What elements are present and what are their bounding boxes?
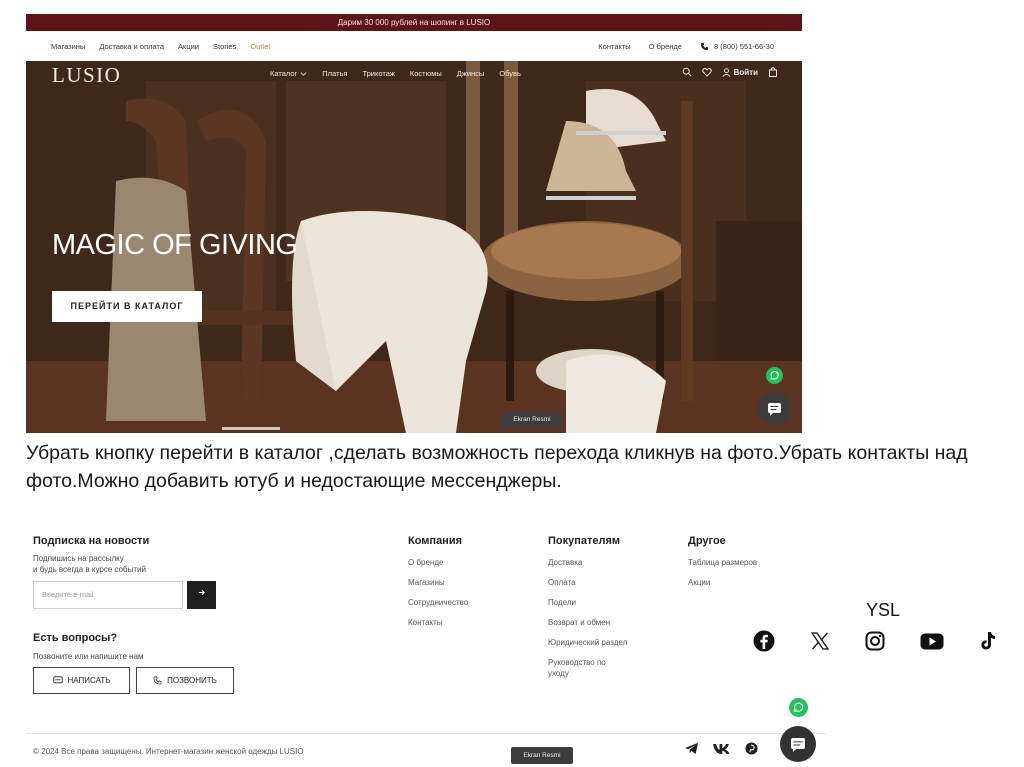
menu-catalog-label: Каталог [270,69,298,78]
youtube-icon[interactable] [920,633,944,650]
footer-link-delivery[interactable]: Доставка [548,557,628,568]
phone-link[interactable]: 8 (800) 551-66-30 [700,42,774,51]
util-link-contacts[interactable]: Контакты [598,42,630,51]
catalog-menu: Каталог Платья Трикотаж Костюмы Джинсы О… [270,69,521,78]
subscribe-description-line-2: и будь всегда в курсе событий [33,565,146,574]
suggested-social-icons [753,630,997,652]
util-link-stores[interactable]: Магазины [51,42,85,51]
copyright-text: © 2024 Все права защищены. Интернет-мага… [33,747,304,756]
header-icons: Войти [682,67,778,77]
util-link-about[interactable]: О бренде [649,42,682,51]
footer-heading-company: Компания [408,535,463,547]
x-icon[interactable] [810,631,830,651]
subscribe-description-line-1: Подпишись на рассылку [33,554,124,563]
menu-knitwear[interactable]: Трикотаж [362,69,394,78]
footer-link-podeli[interactable]: Подели [548,597,628,608]
main-navigation: LUSIO Каталог Платья Трикотаж Костюмы Дж… [26,61,802,91]
telegram-icon[interactable] [684,742,699,755]
footer-link-returns[interactable]: Возврат и обмен [548,617,628,628]
login-label: Войти [733,67,758,77]
facebook-icon[interactable] [753,630,775,652]
shopping-bag-icon[interactable] [768,67,778,77]
footer-link-stores[interactable]: Магазины [408,577,468,588]
email-input[interactable]: Введите e-mail [33,581,183,609]
review-annotation: Убрать кнопку перейти в каталог ,сделать… [26,442,968,492]
chat-icon [791,738,805,752]
call-button[interactable]: ПОЗВОНИТЬ [136,667,234,694]
ekran-resmi-badge: Ekran Resmi [511,747,573,764]
website-footer-screenshot: Подписка на новости Подпишись на рассылк… [26,520,826,767]
footer-link-legal[interactable]: Юридический раздел [548,637,628,648]
subscribe-submit-button[interactable] [187,581,216,609]
util-link-sales[interactable]: Акции [178,42,199,51]
write-button-label: НАПИСАТЬ [67,676,111,685]
chevron-down-icon [300,72,307,76]
lusio-logo[interactable]: LUSIO [52,63,121,88]
questions-description: Позвоните или напишите нам [33,652,144,661]
hero-title: MAGIC OF GIVING [52,229,298,261]
footer-link-payment[interactable]: Оплата [548,577,628,588]
subscribe-title: Подписка на новости [33,535,150,547]
footer-link-promotions[interactable]: Акции [688,577,757,588]
util-link-outlet[interactable]: Outlet [250,42,270,51]
footer-column-other: Другое Таблица размеров Акции [688,535,757,597]
user-icon [722,67,731,77]
menu-shoes[interactable]: Обувь [499,69,521,78]
instagram-icon[interactable] [865,631,885,651]
footer-link-size-chart[interactable]: Таблица размеров [688,557,757,568]
util-link-delivery[interactable]: Доставка и оплата [99,42,164,51]
hero-banner[interactable]: LUSIO Каталог Платья Трикотаж Костюмы Дж… [26,61,802,433]
footer-link-cooperation[interactable]: Сотрудничество [408,597,468,608]
footer-heading-other: Другое [688,535,726,547]
menu-suits[interactable]: Костюмы [410,69,442,78]
utility-bar: Магазины Доставка и оплата Акции Stories… [26,31,802,61]
footer-social-links [684,742,758,755]
chat-button[interactable] [780,726,816,762]
footer-heading-buyers: Покупателям [548,535,621,547]
vk-icon[interactable] [712,743,732,755]
website-hero-screenshot: Дарим 30 000 рублей на шопинг в LUSIO Ма… [26,14,802,433]
footer-link-care-guide[interactable]: Руководство по уходу [548,657,628,679]
chat-button[interactable] [758,392,791,425]
footer-link-contacts[interactable]: Контакты [408,617,468,628]
ekran-resmi-badge: Ekran Resmi [502,412,562,428]
menu-dresses[interactable]: Платья [322,69,347,78]
whatsapp-icon[interactable] [766,367,783,384]
arrow-right-icon [198,589,205,596]
call-button-label: ПОЗВОНИТЬ [167,676,217,685]
phone-number: 8 (800) 551-66-30 [713,41,774,51]
message-icon [52,676,63,684]
phone-icon [153,676,162,685]
ysl-label: YSL [866,600,901,620]
footer-column-buyers: Покупателям Доставка Оплата Подели Возвр… [548,535,628,688]
phone-icon [700,42,709,50]
subscribe-description: Подпишись на рассылку и будь всегда в ку… [33,553,193,575]
search-icon[interactable] [682,67,692,77]
footer-column-company: Компания О бренде Магазины Сотрудничеств… [408,535,468,637]
menu-catalog[interactable]: Каталог [270,69,307,78]
write-button[interactable]: НАПИСАТЬ [33,667,130,694]
footer-link-about[interactable]: О бренде [408,557,468,568]
util-link-stories[interactable]: Stories [213,42,236,51]
heart-icon[interactable] [701,67,712,77]
promo-banner[interactable]: Дарим 30 000 рублей на шопинг в LUSIO [26,14,802,31]
chat-icon [768,403,781,416]
questions-title: Есть вопросы? [33,632,118,644]
pinterest-icon[interactable] [745,742,758,755]
whatsapp-icon[interactable] [789,698,808,717]
menu-jeans[interactable]: Джинсы [457,69,485,78]
slider-indicator[interactable] [222,427,280,430]
tiktok-icon[interactable] [979,631,997,651]
footer-divider [26,733,826,734]
login-link[interactable]: Войти [722,68,758,77]
go-to-catalog-button[interactable]: ПЕРЕЙТИ В КАТАЛОГ [52,291,202,322]
